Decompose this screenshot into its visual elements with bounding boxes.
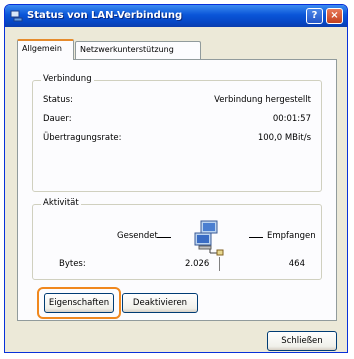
received-line: [249, 237, 263, 238]
close-button[interactable]: Schließen: [267, 331, 337, 351]
tab-panel-allgemein: Verbindung Status: Verbindung hergestell…: [17, 59, 337, 321]
sent-line: [157, 237, 171, 238]
tab-netzwerkunterstuetzung[interactable]: Netzwerkunterstützung: [75, 41, 201, 59]
status-label: Status:: [43, 95, 73, 105]
deactivate-button[interactable]: Deaktivieren: [122, 293, 198, 313]
bytes-sent-value: 2.026: [185, 259, 210, 269]
bytes-divider: [219, 257, 220, 271]
activity-group: Aktivität Gesendet Empfangen Bytes: 2.02…: [32, 198, 322, 280]
sent-label: Gesendet: [117, 231, 158, 241]
window-title: Status von LAN-Verbindung: [27, 10, 183, 21]
speed-value: 100,0 MBit/s: [257, 133, 311, 143]
status-row: Status: Verbindung hergestellt: [43, 95, 311, 107]
lan-status-dialog: Status von LAN-Verbindung ? × Allgemein …: [4, 4, 348, 353]
tab-allgemein[interactable]: Allgemein: [17, 39, 74, 60]
duration-label: Dauer:: [43, 114, 72, 124]
connection-group: Verbindung Status: Verbindung hergestell…: [32, 74, 322, 192]
help-button[interactable]: ?: [306, 8, 323, 24]
title-bar[interactable]: Status von LAN-Verbindung ? ×: [5, 5, 347, 27]
properties-button[interactable]: Eigenschaften: [44, 293, 114, 313]
status-value: Verbindung hergestellt: [214, 95, 311, 105]
activity-group-label: Aktivität: [41, 198, 81, 208]
bytes-label: Bytes:: [59, 259, 86, 269]
speed-label: Übertragungsrate:: [43, 133, 122, 143]
bytes-received-value: 464: [288, 259, 305, 269]
network-connection-icon: [10, 10, 23, 22]
close-window-button[interactable]: ×: [326, 8, 343, 24]
duration-value: 00:01:57: [272, 114, 311, 124]
connection-group-label: Verbindung: [41, 74, 94, 84]
duration-row: Dauer: 00:01:57: [43, 114, 311, 126]
network-computers-icon: [194, 220, 224, 256]
speed-row: Übertragungsrate: 100,0 MBit/s: [43, 133, 311, 145]
received-label: Empfangen: [267, 231, 316, 241]
